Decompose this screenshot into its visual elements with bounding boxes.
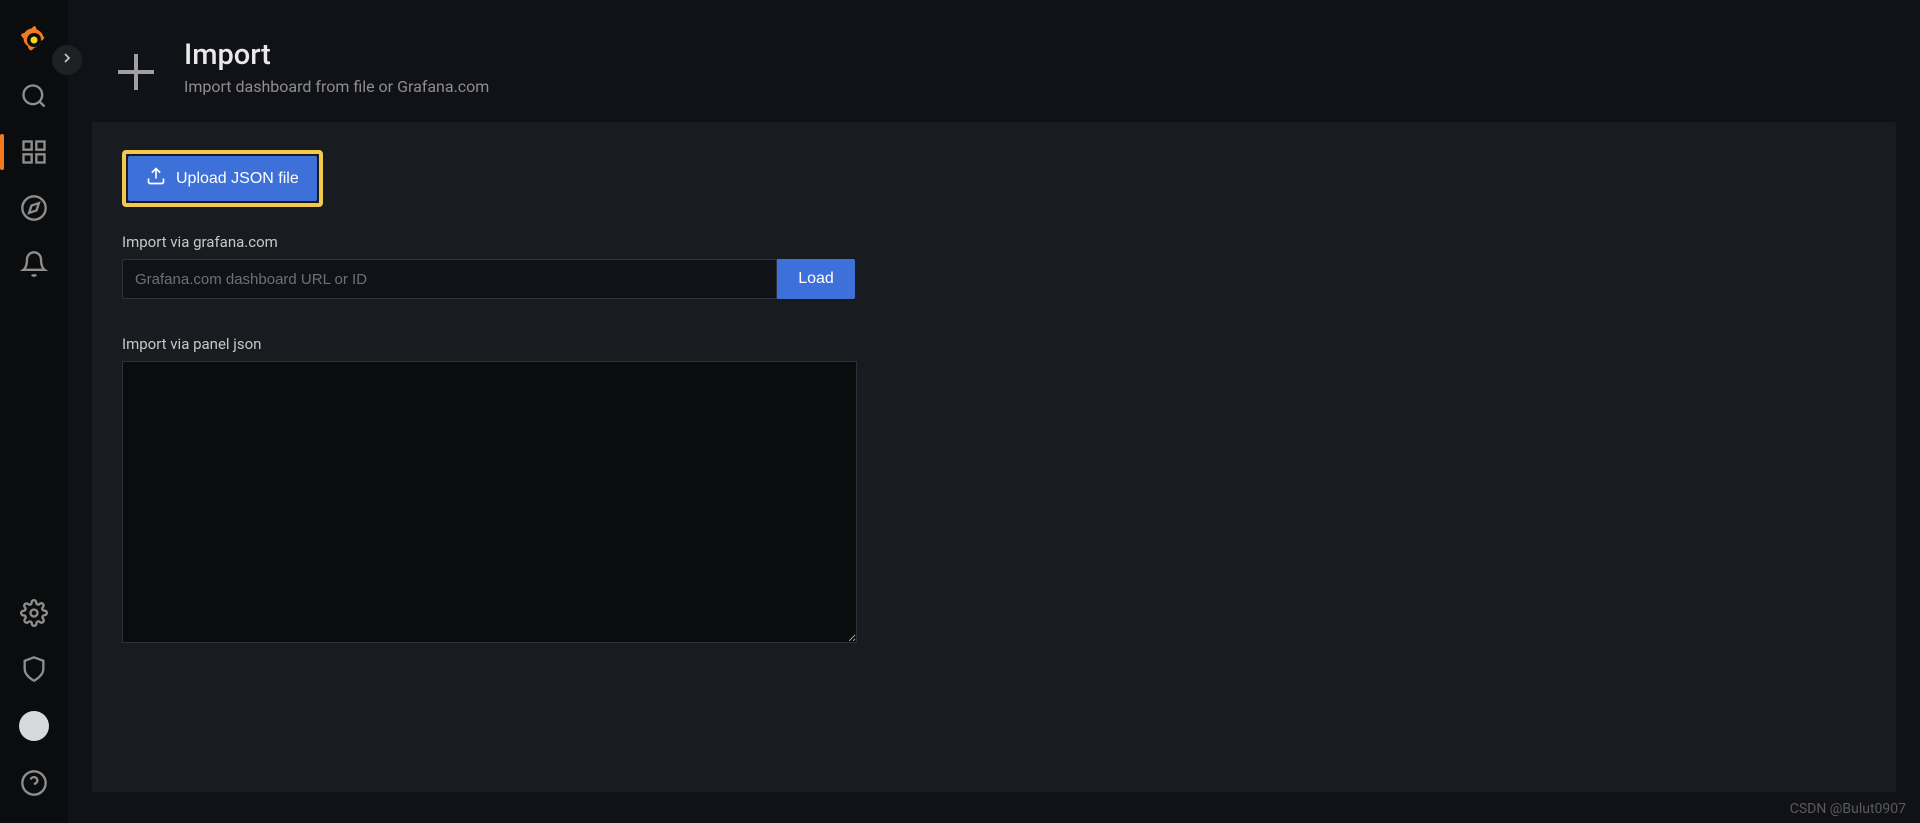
import-panel: Upload JSON file Import via grafana.com …	[92, 122, 1896, 792]
grafana-url-input[interactable]	[122, 259, 777, 299]
upload-icon	[146, 166, 166, 191]
dashboards-icon[interactable]	[0, 124, 68, 180]
panel-json-textarea[interactable]	[122, 361, 857, 643]
chevron-right-icon	[59, 50, 75, 70]
sidebar-expand-toggle[interactable]	[52, 45, 82, 75]
upload-button-highlight: Upload JSON file	[122, 150, 323, 207]
help-icon[interactable]	[0, 755, 68, 811]
page-subtitle: Import dashboard from file or Grafana.co…	[184, 77, 489, 96]
admin-shield-icon[interactable]	[0, 641, 68, 697]
user-avatar-icon[interactable]	[19, 711, 49, 741]
load-button[interactable]: Load	[777, 259, 855, 299]
search-icon[interactable]	[0, 68, 68, 124]
url-field-label: Import via grafana.com	[122, 233, 1866, 251]
explore-icon[interactable]	[0, 180, 68, 236]
sidebar	[0, 0, 68, 823]
upload-json-button[interactable]: Upload JSON file	[128, 156, 317, 201]
plus-icon	[112, 48, 160, 96]
page-title: Import	[184, 38, 489, 73]
upload-button-label: Upload JSON file	[176, 170, 299, 188]
page-header: Import Import dashboard from file or Gra…	[68, 0, 1920, 122]
alerts-icon[interactable]	[0, 236, 68, 292]
json-field-label: Import via panel json	[122, 335, 1866, 353]
settings-icon[interactable]	[0, 585, 68, 641]
watermark: CSDN @Bulut0907	[1790, 801, 1906, 817]
